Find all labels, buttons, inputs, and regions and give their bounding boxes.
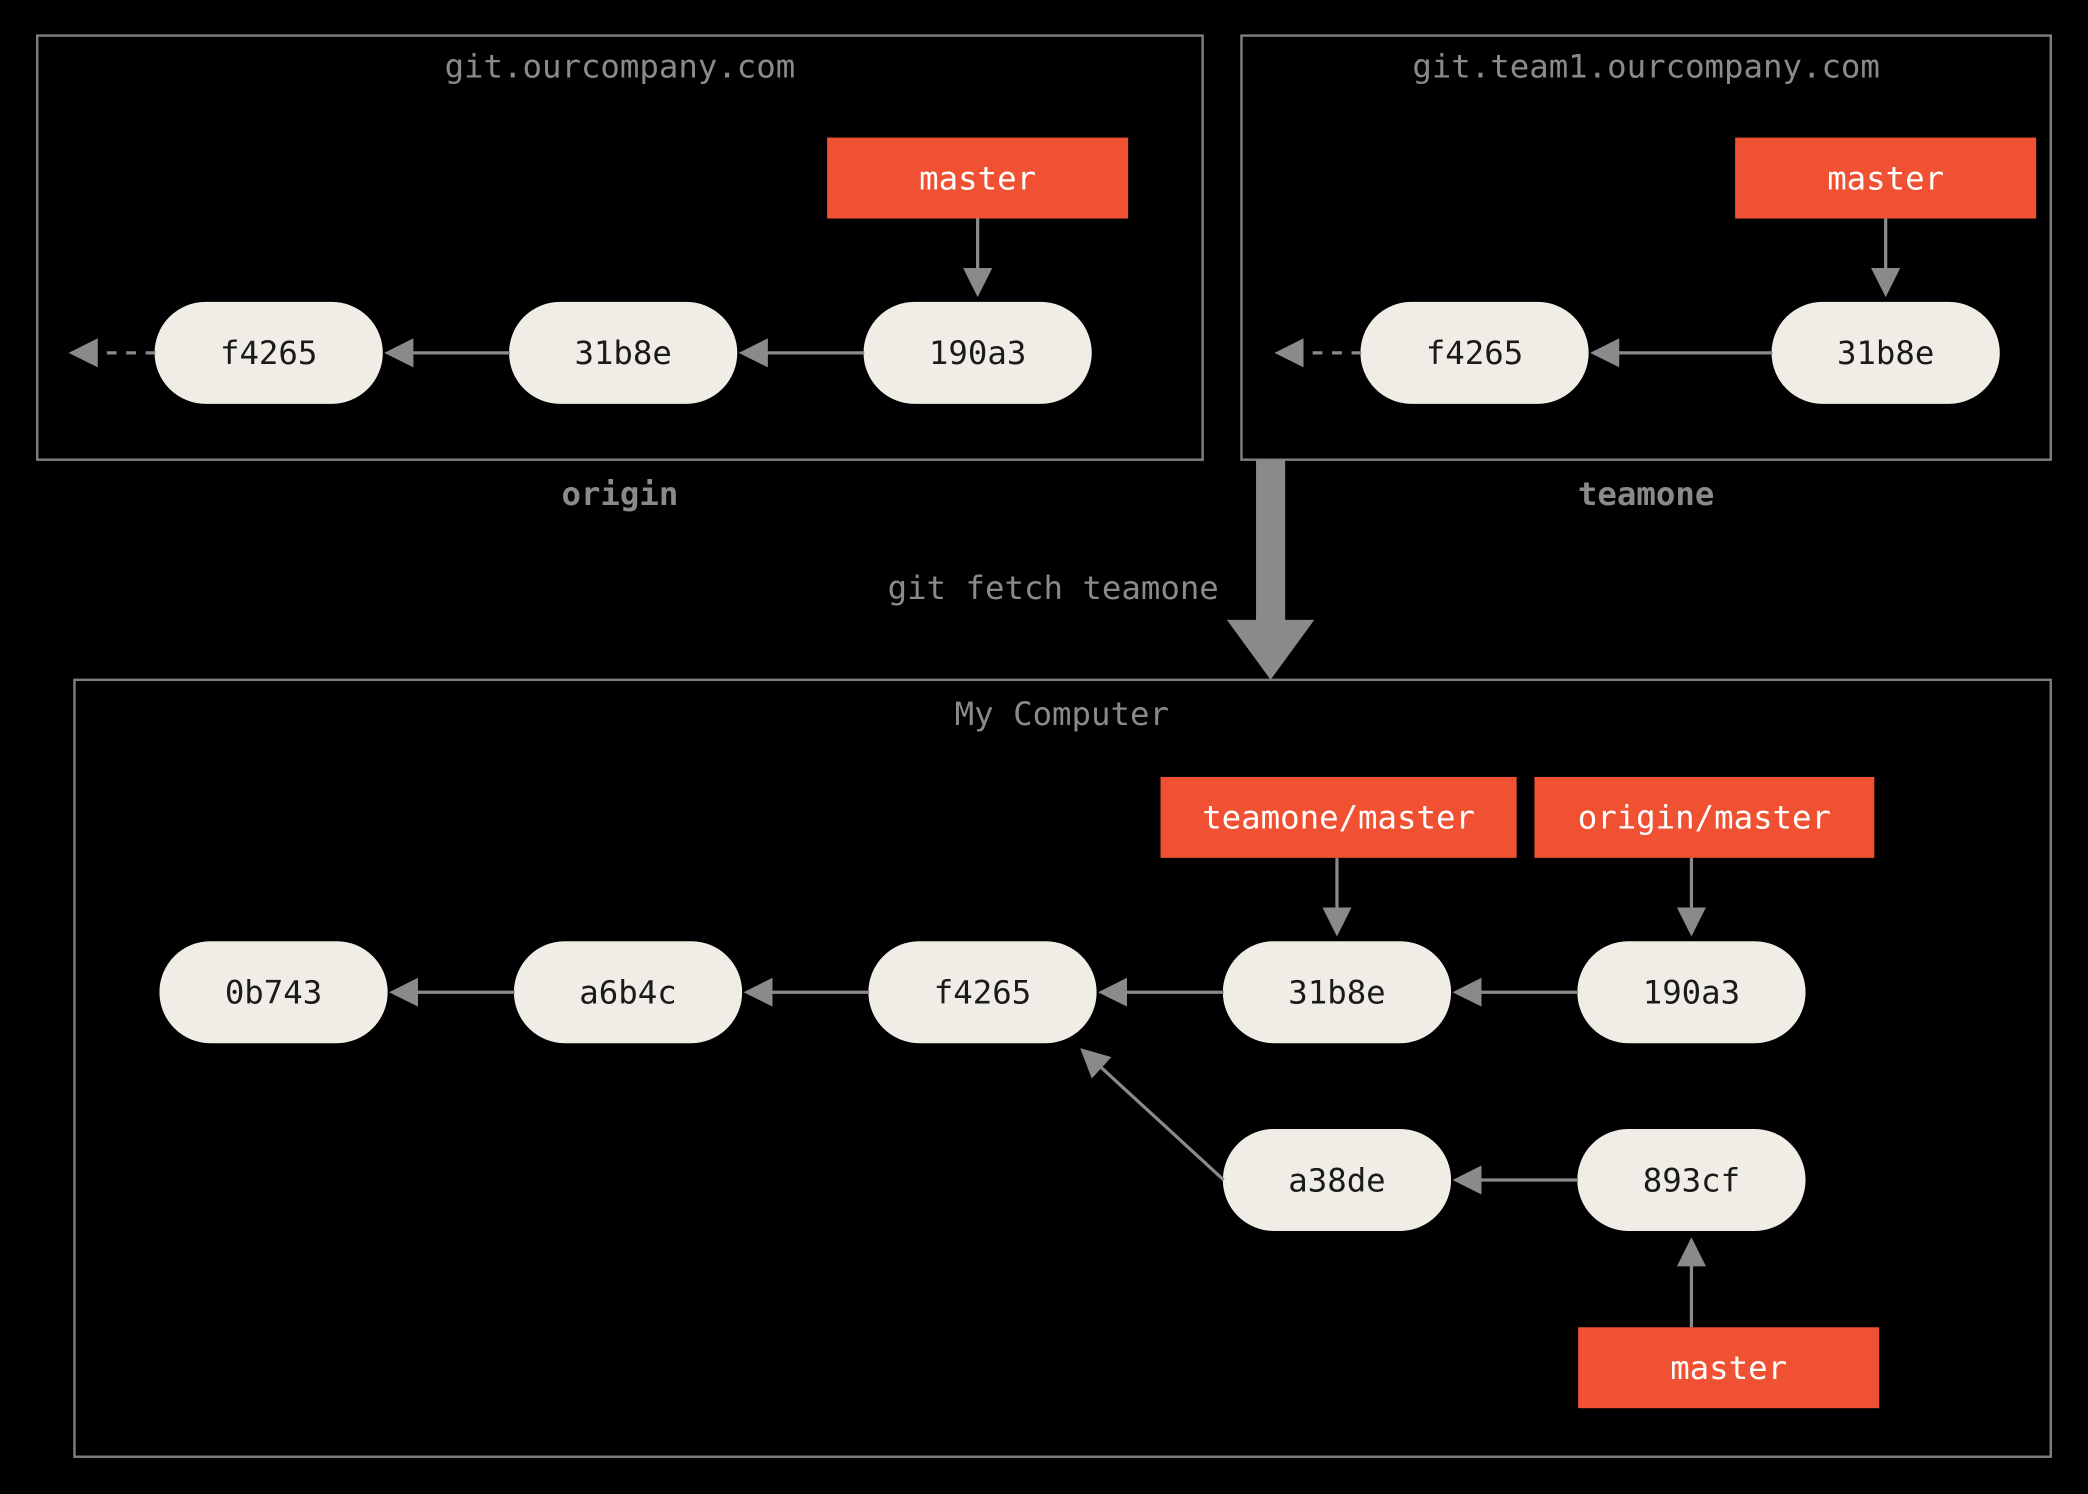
svg-text:893cf: 893cf [1643,1161,1740,1199]
svg-text:origin/master: origin/master [1578,799,1831,837]
teamone-commit-0: f4265 [1361,303,1588,403]
origin-commit-0: f4265 [155,303,382,403]
svg-text:190a3: 190a3 [1643,974,1740,1012]
git-diagram: git.ourcompany.com origin master f4265 3… [0,0,2088,1494]
local-branch-master: master [1578,1327,1879,1408]
local-branch-origin-master: origin/master [1534,777,1874,858]
local-commit-0: 0b743 [160,942,387,1042]
remote-origin-url: git.ourcompany.com [445,48,796,86]
svg-text:0b743: 0b743 [225,974,322,1012]
svg-text:teamone/master: teamone/master [1202,799,1475,837]
svg-text:a6b4c: a6b4c [579,974,676,1012]
remote-teamone-name: teamone [1578,475,1714,513]
svg-text:git fetch teamone: git fetch teamone [888,569,1219,607]
local-panel: My Computer teamone/master origin/master… [74,680,2050,1457]
fetch-action: git fetch teamone [888,460,1315,680]
svg-text:190a3: 190a3 [929,334,1026,372]
svg-text:31b8e: 31b8e [574,334,671,372]
svg-text:master: master [1827,159,1944,197]
remote-teamone-panel: git.team1.ourcompany.com teamone master … [1241,36,2050,513]
teamone-branch-master: master [1735,138,2036,219]
origin-branch-master: master [827,138,1128,219]
remote-teamone-url: git.team1.ourcompany.com [1412,48,1880,86]
svg-text:31b8e: 31b8e [1288,974,1385,1012]
local-commit-4: 190a3 [1578,942,1805,1042]
svg-text:master: master [919,159,1036,197]
local-commit-1: a6b4c [515,942,742,1042]
teamone-commit-1: 31b8e [1772,303,1999,403]
remote-origin-panel: git.ourcompany.com origin master f4265 3… [37,36,1202,513]
local-commit-3: 31b8e [1224,942,1451,1042]
local-commit-2: f4265 [869,942,1096,1042]
local-title: My Computer [955,695,1169,733]
svg-text:31b8e: 31b8e [1837,334,1934,372]
local-fork-commit-0: a38de [1224,1130,1451,1230]
svg-text:master: master [1670,1349,1787,1387]
svg-text:a38de: a38de [1288,1161,1385,1199]
origin-commit-1: 31b8e [510,303,737,403]
local-fork-commit-1: 893cf [1578,1130,1805,1230]
svg-text:f4265: f4265 [934,974,1031,1012]
origin-commit-2: 190a3 [864,303,1091,403]
remote-origin-name: origin [561,475,678,513]
svg-text:f4265: f4265 [220,334,317,372]
svg-text:f4265: f4265 [1426,334,1523,372]
local-branch-teamone-master: teamone/master [1161,777,1517,858]
